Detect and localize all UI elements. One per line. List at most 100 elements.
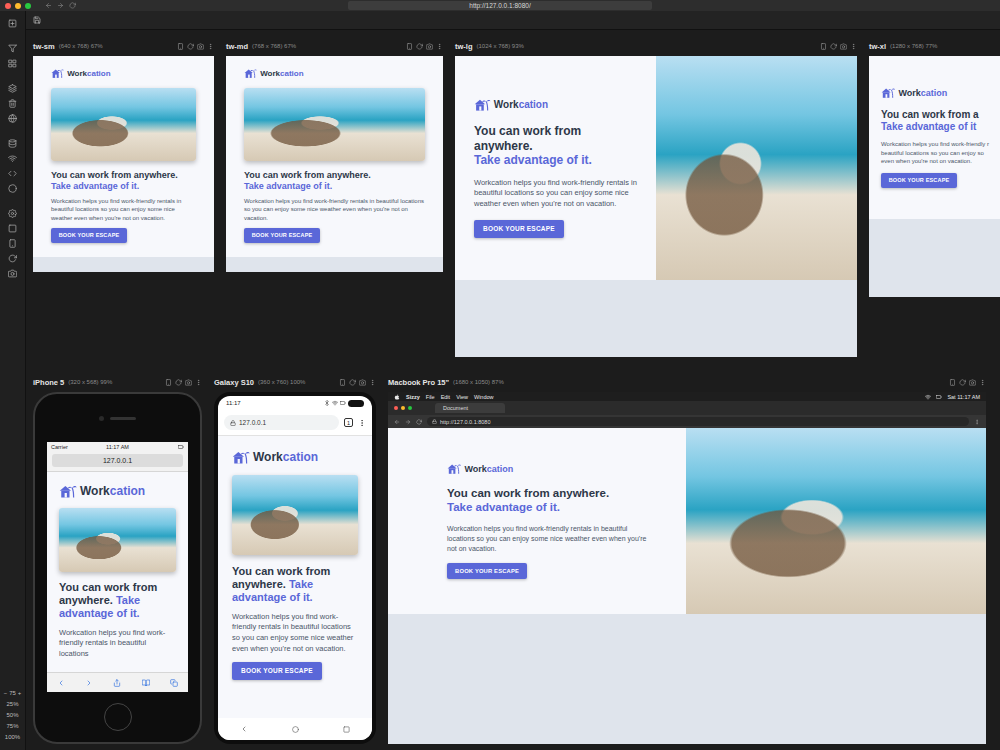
sidebar-button[interactable] <box>8 169 17 178</box>
workcation-logo[interactable]: Workcation <box>244 68 425 79</box>
phone-icon[interactable] <box>8 239 17 248</box>
book-button[interactable]: BOOK YOUR ESCAPE <box>51 228 127 243</box>
save-icon[interactable] <box>33 16 41 24</box>
forward-icon[interactable] <box>405 419 411 425</box>
screenshot-icon[interactable] <box>840 43 847 50</box>
layers-icon[interactable] <box>8 84 17 93</box>
more-icon[interactable] <box>979 379 986 386</box>
sidebar-button[interactable] <box>8 59 17 68</box>
rotate-icon[interactable] <box>416 43 423 50</box>
code-icon[interactable] <box>8 169 17 178</box>
zoom-button[interactable] <box>408 406 412 410</box>
menu-icon[interactable] <box>358 419 366 427</box>
trash-icon[interactable] <box>8 99 17 108</box>
minimize-button[interactable] <box>15 3 21 9</box>
workcation-logo[interactable]: Workcation <box>447 463 656 475</box>
share-icon[interactable] <box>113 679 121 687</box>
home-icon[interactable] <box>292 726 299 733</box>
workcation-logo[interactable]: Workcation <box>881 87 1000 99</box>
add-device-icon[interactable] <box>8 19 17 28</box>
circle-icon[interactable] <box>8 184 17 193</box>
globe-icon[interactable] <box>8 114 17 123</box>
bookmarks-icon[interactable] <box>142 679 150 687</box>
sidebar-button[interactable] <box>8 184 17 193</box>
device-icon[interactable] <box>165 379 172 386</box>
browser-tab[interactable]: Document <box>435 403 505 413</box>
sidebar-button[interactable] <box>8 19 17 28</box>
filter-icon[interactable] <box>8 44 17 53</box>
forward-icon[interactable] <box>85 679 93 687</box>
device-icon[interactable] <box>177 43 184 50</box>
device-icon[interactable] <box>820 43 827 50</box>
screenshot-icon[interactable] <box>969 379 976 386</box>
recents-icon[interactable] <box>343 726 350 733</box>
address-bar[interactable]: 127.0.0.1 <box>52 454 183 467</box>
reload-icon[interactable] <box>416 419 422 425</box>
rotate-icon[interactable] <box>959 379 966 386</box>
sidebar-button[interactable] <box>8 269 17 278</box>
close-button[interactable] <box>5 3 11 9</box>
tab-count[interactable]: 1 <box>344 418 353 427</box>
sidebar-button[interactable] <box>8 44 17 53</box>
rotate-icon[interactable] <box>8 254 17 263</box>
sidebar-button[interactable] <box>8 254 17 263</box>
forward-icon[interactable] <box>57 2 64 9</box>
workcation-logo[interactable]: Workcation <box>51 68 196 79</box>
screenshot-icon[interactable] <box>359 379 366 386</box>
sidebar-button[interactable] <box>8 99 17 108</box>
wifi-icon[interactable] <box>8 154 17 163</box>
grid-icon[interactable] <box>8 59 17 68</box>
book-button[interactable]: BOOK YOUR ESCAPE <box>232 662 322 680</box>
more-icon[interactable] <box>436 43 443 50</box>
rotate-icon[interactable] <box>187 43 194 50</box>
address-bar[interactable]: 127.0.0.1 <box>224 415 339 430</box>
back-icon[interactable] <box>45 2 52 9</box>
zoom-preset[interactable]: 50% <box>6 712 18 718</box>
zoom-preset[interactable]: 75% <box>6 723 18 729</box>
minimize-button[interactable] <box>401 406 405 410</box>
rotate-icon[interactable] <box>349 379 356 386</box>
menu-item[interactable]: File <box>426 394 435 400</box>
home-button[interactable] <box>104 703 132 731</box>
book-button[interactable]: BOOK YOUR ESCAPE <box>244 228 320 243</box>
close-button[interactable] <box>394 406 398 410</box>
zoom-button[interactable] <box>25 3 31 9</box>
menu-item[interactable]: Sizzy <box>406 394 420 400</box>
settings-icon[interactable] <box>8 209 17 218</box>
menu-item[interactable]: View <box>456 394 468 400</box>
sidebar-button[interactable] <box>8 224 17 233</box>
zoom-increase[interactable]: + <box>18 690 22 696</box>
back-icon[interactable] <box>240 725 248 733</box>
square-icon[interactable] <box>8 224 17 233</box>
sidebar-button[interactable] <box>8 139 17 148</box>
device-icon[interactable] <box>406 43 413 50</box>
book-button[interactable]: BOOK YOUR ESCAPE <box>474 220 564 238</box>
more-icon[interactable] <box>207 43 214 50</box>
zoom-decrease[interactable]: − <box>4 690 8 696</box>
book-button[interactable]: BOOK YOUR ESCAPE <box>881 173 957 188</box>
address-bar[interactable]: http://127.0.0.1:8080 <box>427 417 969 426</box>
camera-icon[interactable] <box>8 269 17 278</box>
menu-item[interactable]: Edit <box>441 394 450 400</box>
menu-icon[interactable] <box>974 419 980 425</box>
reload-icon[interactable] <box>69 2 76 9</box>
sidebar-button[interactable] <box>8 114 17 123</box>
rotate-icon[interactable] <box>830 43 837 50</box>
rotate-icon[interactable] <box>175 379 182 386</box>
more-icon[interactable] <box>195 379 202 386</box>
menu-item[interactable]: Window <box>474 394 494 400</box>
more-icon[interactable] <box>850 43 857 50</box>
workcation-logo[interactable]: Workcation <box>232 450 358 465</box>
device-icon[interactable] <box>339 379 346 386</box>
zoom-preset[interactable]: 100% <box>5 734 20 740</box>
tabs-icon[interactable] <box>170 679 178 687</box>
sidebar-button[interactable] <box>8 209 17 218</box>
sidebar-button[interactable] <box>8 84 17 93</box>
workcation-logo[interactable]: Workcation <box>474 98 641 112</box>
screenshot-icon[interactable] <box>185 379 192 386</box>
sidebar-button[interactable] <box>8 154 17 163</box>
database-icon[interactable] <box>8 139 17 148</box>
apple-icon[interactable] <box>394 394 400 400</box>
workcation-logo[interactable]: Workcation <box>59 484 176 499</box>
more-icon[interactable] <box>369 379 376 386</box>
